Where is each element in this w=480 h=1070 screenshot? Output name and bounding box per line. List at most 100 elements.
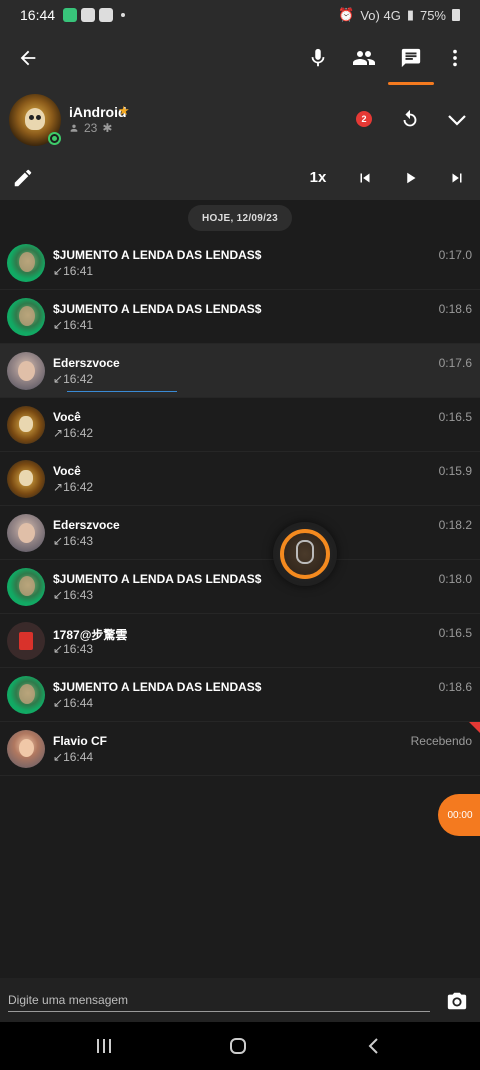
system-back-button[interactable] [343, 1022, 403, 1070]
message-timestamp: ↙16:44 [53, 750, 93, 764]
next-button[interactable] [437, 155, 477, 200]
sender-name: 1787@步驚雲 [53, 628, 128, 642]
message-row[interactable]: Você ↗16:42 0:15.9 [0, 452, 480, 506]
previous-button[interactable] [345, 155, 385, 200]
collapse-button[interactable] [439, 102, 475, 138]
status-time: 16:44 [20, 7, 56, 23]
message-time: 16:43 [63, 588, 94, 602]
play-button[interactable] [391, 155, 431, 200]
avatar[interactable] [7, 352, 45, 390]
message-list: $JUMENTO A LENDA DAS LENDAS$ ↙16:41 0:17.0… [0, 236, 480, 776]
playback-speed-button[interactable]: 1x [298, 155, 338, 200]
receiving-flag-icon [469, 722, 480, 733]
recent-apps-icon [97, 1039, 111, 1053]
incoming-arrow-icon: ↙ [53, 534, 64, 548]
video-notification-icon [81, 8, 96, 22]
message-timestamp: ↙16:41 [53, 264, 93, 278]
avatar[interactable] [7, 730, 45, 768]
edit-button[interactable] [3, 155, 43, 200]
avatar[interactable] [7, 244, 45, 282]
message-row[interactable]: 1787@步驚雲 ↙16:43 0:16.5 [0, 614, 480, 668]
message-time: 16:42 [63, 426, 94, 440]
avatar[interactable] [7, 514, 45, 552]
skull-icon [25, 108, 45, 130]
skip-previous-icon [360, 173, 370, 182]
more-options-button[interactable] [431, 30, 479, 85]
camera-icon [447, 992, 467, 1010]
status-bar: 16:44 ⏰ Vo) 4G ▮ 75% [0, 0, 480, 30]
users-icon [353, 50, 375, 65]
sender-name: $JUMENTO A LENDA DAS LENDAS$ [53, 302, 262, 316]
users-button[interactable] [340, 30, 388, 85]
message-row[interactable]: $JUMENTO A LENDA DAS LENDAS$ ↙16:41 0:18.6 [0, 290, 480, 344]
pencil-icon [14, 169, 32, 186]
channel-header: iAndroid ★ 23 ✱ 2 [0, 85, 480, 155]
message-timestamp: ↙16:41 [53, 318, 93, 332]
play-icon [407, 172, 416, 183]
incoming-arrow-icon: ↙ [53, 696, 64, 710]
message-row[interactable]: Você ↗16:42 0:16.5 [0, 398, 480, 452]
back-arrow-icon [20, 50, 36, 65]
message-timestamp: ↙16:44 [53, 696, 93, 710]
tab-messages[interactable] [387, 30, 435, 85]
message-duration: 0:18.6 [438, 680, 472, 694]
message-time: 16:43 [63, 534, 94, 548]
message-duration: 0:18.0 [438, 572, 472, 586]
message-timestamp: ↙16:42 [53, 372, 93, 386]
message-duration: 0:16.5 [438, 410, 472, 424]
message-timestamp: ↙16:43 [53, 534, 93, 548]
message-duration: 0:15.9 [438, 464, 472, 478]
avatar[interactable] [7, 460, 45, 498]
carrier-label: Vo) 4G [360, 7, 401, 23]
ptt-logo-icon [296, 540, 314, 564]
battery-icon [452, 9, 460, 21]
star-icon: ★ [118, 103, 130, 118]
message-row[interactable]: $JUMENTO A LENDA DAS LENDAS$ ↙16:43 0:18.0 [0, 560, 480, 614]
system-nav-bar [0, 1022, 480, 1070]
message-row[interactable]: $JUMENTO A LENDA DAS LENDAS$ ↙16:41 0:17.0 [0, 236, 480, 290]
more-vert-icon [453, 49, 457, 66]
recording-timer[interactable]: 00:00 [438, 794, 480, 836]
floating-ptt-button[interactable] [273, 522, 337, 586]
home-icon [230, 1038, 246, 1054]
microphone-button[interactable] [294, 30, 342, 85]
message-row[interactable]: Flavio CF ↙16:44 Recebendo [0, 722, 480, 776]
app-notification-icon [63, 8, 78, 22]
avatar[interactable] [7, 622, 45, 660]
person-icon [70, 124, 78, 132]
message-row[interactable]: Ederszvoce ↙16:42 0:17.6 [0, 344, 480, 398]
sender-name: Flavio CF [53, 734, 108, 748]
channel-meta: 23 ✱ [69, 121, 112, 135]
more-notifications-dot-icon [121, 13, 126, 17]
recent-apps-button[interactable] [74, 1022, 134, 1070]
chevron-left-icon [368, 1038, 378, 1054]
sender-name: Você [53, 410, 81, 424]
online-status-icon [48, 132, 61, 145]
chevron-down-icon [448, 115, 466, 126]
asterisk-icon: ✱ [102, 121, 113, 135]
message-duration: 0:16.5 [438, 626, 472, 640]
back-button[interactable] [4, 30, 52, 85]
avatar[interactable] [7, 406, 45, 444]
avatar[interactable] [7, 676, 45, 714]
message-timestamp: ↗16:42 [53, 426, 93, 440]
avatar[interactable] [7, 298, 45, 336]
composer-bar [0, 978, 480, 1022]
sender-name: $JUMENTO A LENDA DAS LENDAS$ [53, 680, 262, 694]
refresh-button[interactable] [392, 102, 428, 138]
incoming-arrow-icon: ↙ [53, 264, 64, 278]
mail-notification-icon [99, 8, 114, 22]
home-button[interactable] [208, 1022, 268, 1070]
sender-name: $JUMENTO A LENDA DAS LENDAS$ [53, 248, 262, 262]
message-input[interactable] [8, 988, 430, 1012]
chat-icon [401, 48, 421, 67]
users-count: 23 [84, 121, 98, 135]
skip-next-icon [452, 173, 462, 182]
message-duration: 0:18.6 [438, 302, 472, 316]
avatar[interactable] [7, 568, 45, 606]
message-row[interactable]: Ederszvoce ↙16:43 0:18.2 [0, 506, 480, 560]
incoming-arrow-icon: ↙ [53, 318, 64, 332]
playback-progress-line [67, 391, 177, 392]
message-row[interactable]: $JUMENTO A LENDA DAS LENDAS$ ↙16:44 0:18.6 [0, 668, 480, 722]
camera-button[interactable] [442, 986, 472, 1016]
